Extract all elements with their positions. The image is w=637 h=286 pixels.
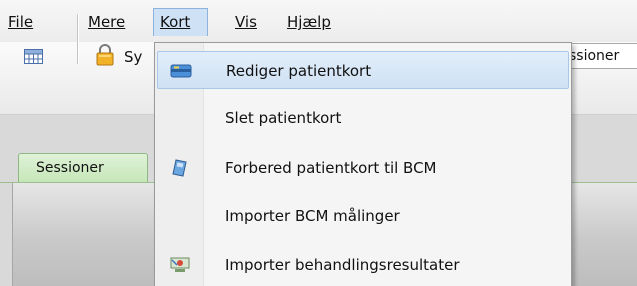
bcm-card-icon: [172, 159, 187, 177]
tab-sessioner[interactable]: Sessioner: [18, 153, 148, 183]
menu-item-label: Importer behandlingsresultater: [225, 256, 460, 274]
menu-file-label: File: [8, 13, 34, 31]
menu-item-slet-patientkort[interactable]: Slet patientkort: [157, 99, 569, 137]
menu-file[interactable]: File: [2, 8, 39, 36]
menu-vis-label: Vis: [235, 13, 257, 31]
menu-hjaelp[interactable]: Hjælp: [281, 8, 337, 36]
menu-item-label: Forbered patientkort til BCM: [225, 159, 437, 177]
toolbar-separator: [77, 14, 78, 64]
menu-item-label: Slet patientkort: [225, 109, 342, 127]
menu-item-importer-bcm-malinger[interactable]: Importer BCM målinger: [157, 197, 569, 235]
menu-kort-label: Kort: [160, 13, 191, 31]
treatment-results-icon: [170, 257, 190, 272]
menu-item-rediger-patientkort[interactable]: Rediger patientkort: [157, 51, 569, 89]
menu-mere[interactable]: Mere: [82, 8, 131, 36]
menu-hjaelp-label: Hjælp: [287, 13, 331, 31]
lock-icon[interactable]: [96, 44, 114, 66]
menu-bar: File Mere Kort Vis Hjælp: [0, 0, 637, 43]
menu-item-importer-behandlingsresultater[interactable]: Importer behandlingsresultater: [157, 246, 569, 284]
menu-item-label: Importer BCM målinger: [225, 207, 400, 225]
patient-card-icon: [170, 64, 192, 78]
menu-kort[interactable]: Kort: [153, 8, 208, 36]
kort-dropdown-menu: Rediger patientkort Slet patientkort For…: [154, 42, 572, 286]
menu-vis[interactable]: Vis: [229, 8, 263, 36]
menu-mere-label: Mere: [88, 13, 126, 31]
toolbar-button-label[interactable]: Sy: [124, 47, 142, 67]
menu-item-forbered-patientkort-bcm[interactable]: Forbered patientkort til BCM: [157, 149, 569, 187]
app-window: File Mere Kort Vis Hjælp Sy ssioner Sess…: [0, 0, 637, 286]
menu-item-label: Rediger patientkort: [226, 62, 372, 80]
grid-icon[interactable]: [24, 49, 43, 64]
